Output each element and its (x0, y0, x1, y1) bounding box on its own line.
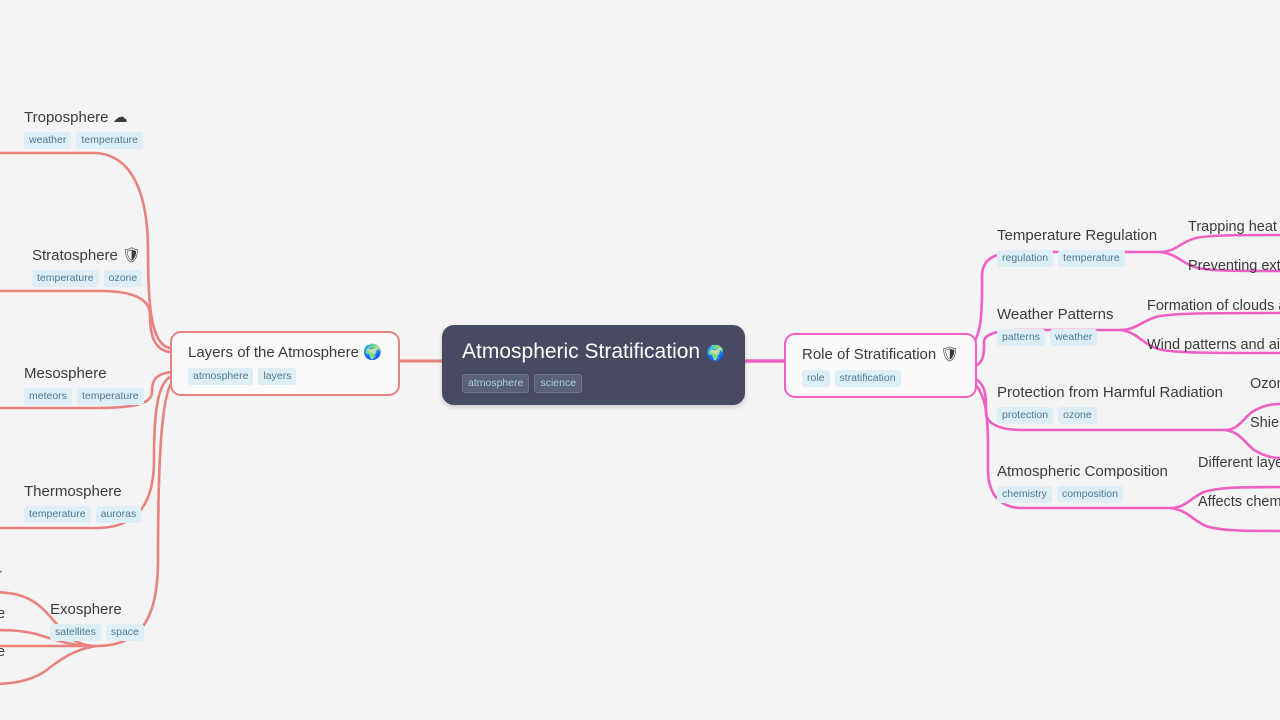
tag: composition (1056, 486, 1123, 503)
tag: auroras (95, 506, 142, 523)
branch-node-layers-of-the-atmosphere[interactable]: Layers of the Atmosphere 🌍 atmosphere la… (170, 331, 400, 396)
leaf-title: Ozon (1250, 376, 1280, 392)
node-title: Atmospheric Composition (997, 463, 1168, 480)
tag: regulation (997, 250, 1054, 267)
node-tags: temperature ozone (32, 270, 143, 287)
node-title: Exosphere (50, 601, 122, 618)
leaf-title: Different laye (1198, 455, 1280, 471)
node-title: Protection from Harmful Radiation (997, 384, 1223, 401)
node-temperature-regulation[interactable]: Temperature Regulation regulation temper… (997, 226, 1157, 267)
leaf-title: e (0, 606, 6, 622)
leaf-ozone[interactable]: Ozon (1250, 375, 1280, 393)
node-tags: weather temperature (24, 132, 143, 149)
clipped-leaf[interactable]: r (0, 566, 2, 584)
clipped-leaf[interactable]: e (0, 605, 5, 623)
tag: temperature (1058, 250, 1125, 267)
root-node[interactable]: Atmospheric Stratification 🌍 atmosphere … (442, 325, 745, 405)
tag: satellites (50, 624, 101, 641)
leaf-title: e (0, 644, 6, 660)
cloud-icon: ☁ (112, 109, 128, 126)
node-atmospheric-composition[interactable]: Atmospheric Composition chemistry compos… (997, 462, 1168, 503)
node-title: Thermosphere (24, 483, 122, 500)
node-stratosphere[interactable]: Stratosphere 🛡 temperature ozone (32, 246, 143, 287)
leaf-title: r (0, 566, 2, 584)
leaf-title: Preventing extr (1188, 258, 1280, 274)
tag: atmosphere (462, 374, 530, 393)
tag: role (802, 370, 830, 387)
leaf-title: Shiel (1250, 415, 1280, 431)
leaf-formation-of-clouds[interactable]: Formation of clouds a (1147, 297, 1280, 315)
clipped-leaf[interactable]: e (0, 643, 5, 661)
earth-globe-icon: 🌍 (705, 345, 725, 362)
leaf-title: Trapping heat i (1188, 219, 1280, 235)
leaf-trapping-heat[interactable]: Trapping heat i (1188, 218, 1280, 236)
node-troposphere[interactable]: Troposphere ☁ weather temperature (24, 108, 143, 149)
tag: science (534, 374, 583, 393)
node-title: Temperature Regulation (997, 227, 1158, 244)
node-thermosphere[interactable]: Thermosphere temperature auroras (24, 482, 142, 523)
node-tags: meteors temperature (24, 388, 144, 405)
tag: protection (997, 407, 1054, 424)
branch-title: Layers of the Atmosphere 🌍 (188, 344, 382, 361)
node-title: Troposphere ☁ (24, 109, 128, 126)
tag: chemistry (997, 486, 1052, 503)
tag: temperature (76, 388, 144, 405)
node-tags: regulation temperature (997, 250, 1157, 267)
node-tags: satellites space (50, 624, 144, 641)
node-protection-from-harmful-radiation[interactable]: Protection from Harmful Radiation protec… (997, 383, 1223, 424)
leaf-affects-chemistry[interactable]: Affects chemi (1198, 493, 1280, 511)
node-tags: protection ozone (997, 407, 1223, 424)
root-tags: atmosphere science (462, 374, 725, 393)
tag: layers (258, 368, 297, 385)
tag: space (105, 624, 144, 641)
leaf-title: Affects chemi (1198, 494, 1280, 510)
root-title: Atmospheric Stratification 🌍 (462, 340, 725, 363)
tag: temperature (24, 506, 91, 523)
mindmap-canvas[interactable]: Atmospheric Stratification 🌍 atmosphere … (0, 0, 1280, 720)
tag: ozone (1058, 407, 1097, 424)
branch-title: Role of Stratification 🛡 (802, 346, 960, 363)
tag: meteors (24, 388, 72, 405)
tag: weather (1049, 329, 1098, 346)
tag: weather (24, 132, 72, 149)
node-title: Mesosphere (24, 365, 107, 382)
node-mesosphere[interactable]: Mesosphere meteors temperature (24, 364, 144, 405)
tag: ozone (103, 270, 143, 287)
tag: atmosphere (188, 368, 254, 385)
leaf-preventing-extremes[interactable]: Preventing extr (1188, 257, 1280, 275)
node-title: Stratosphere 🛡 (32, 247, 142, 264)
tag: temperature (32, 270, 99, 287)
branch-node-role-of-stratification[interactable]: Role of Stratification 🛡 role stratifica… (784, 333, 978, 398)
tag: stratification (834, 370, 901, 387)
leaf-title: Wind patterns and air (1147, 337, 1280, 353)
node-tags: patterns weather (997, 329, 1113, 346)
tag: temperature (76, 132, 143, 149)
node-weather-patterns[interactable]: Weather Patterns patterns weather (997, 305, 1113, 346)
shield-icon: 🛡 (940, 346, 960, 363)
tag: patterns (997, 329, 1045, 346)
leaf-wind-patterns[interactable]: Wind patterns and air (1147, 336, 1280, 354)
node-title: Weather Patterns (997, 306, 1114, 323)
leaf-different-layers[interactable]: Different laye (1198, 454, 1280, 472)
shield-icon: 🛡 (122, 247, 142, 264)
node-tags: temperature auroras (24, 506, 142, 523)
leaf-shielding[interactable]: Shiel (1250, 414, 1280, 432)
branch-tags: atmosphere layers (188, 368, 382, 385)
branch-tags: role stratification (802, 370, 959, 387)
leaf-title: Formation of clouds a (1147, 298, 1280, 314)
node-exosphere[interactable]: Exosphere satellites space (50, 600, 144, 641)
earth-globe-icon: 🌍 (363, 344, 382, 361)
node-tags: chemistry composition (997, 486, 1168, 503)
